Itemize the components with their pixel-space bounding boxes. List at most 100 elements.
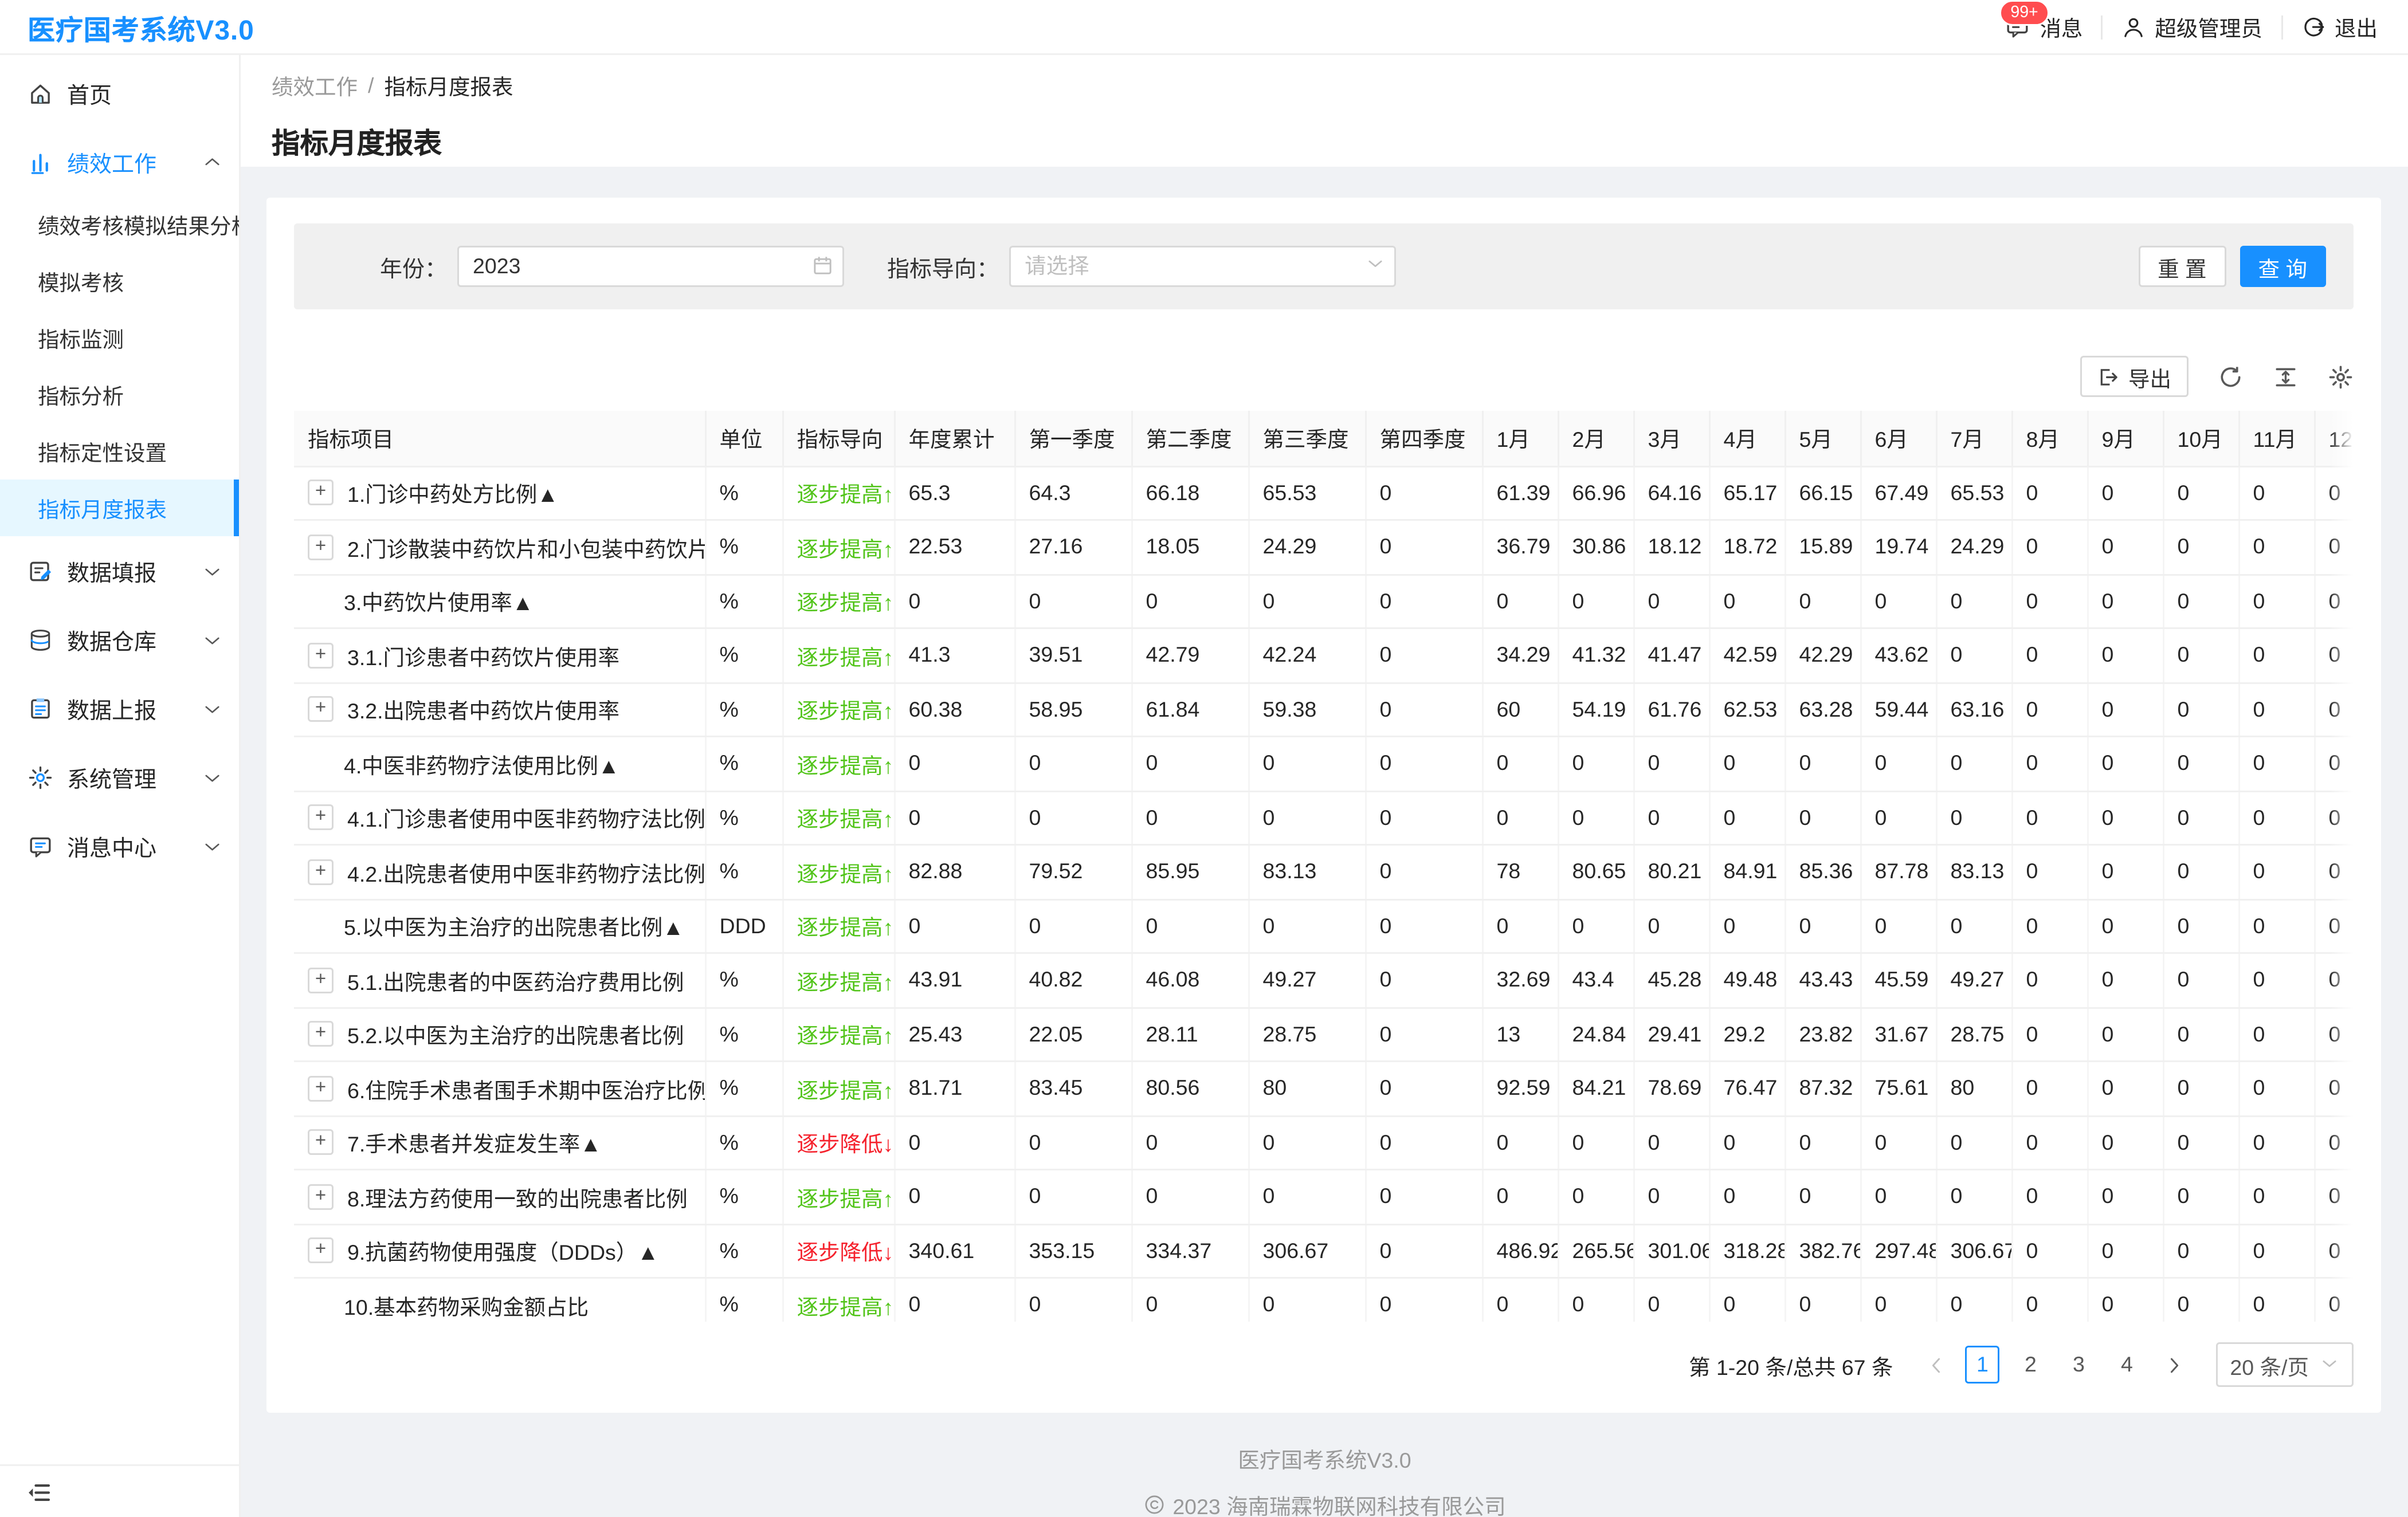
- month-value-cell: 0: [1860, 1170, 1936, 1224]
- sidebar-item-label: 绩效工作: [67, 146, 199, 178]
- direction-label: 指标导向：: [887, 250, 999, 283]
- page-size-select[interactable]: 20 条/页: [2216, 1342, 2354, 1387]
- unit-cell: %: [705, 466, 782, 520]
- month-value-cell: 0: [1558, 791, 1633, 845]
- month-value-cell: 0: [1936, 791, 2011, 845]
- indicator-name-cell: +7.手术患者并发症发生率▲: [294, 1115, 705, 1170]
- month-value-cell: 0: [2163, 845, 2238, 899]
- value-cell: 0: [1014, 1278, 1131, 1322]
- value-cell: 0: [1014, 574, 1131, 628]
- sidebar-item-clipboard[interactable]: 数据上报: [0, 674, 239, 742]
- sidebar-item-gear[interactable]: 系统管理: [0, 742, 239, 811]
- value-cell: 0: [1131, 899, 1248, 953]
- month-value-cell: 0: [2011, 845, 2087, 899]
- sidebar-subitem-label: 指标定性设置: [38, 435, 167, 467]
- table-row: +6.住院手术患者围手术期中医治疗比例%逐步提高↑81.7183.4580.56…: [294, 1062, 2354, 1116]
- value-cell: 0: [1248, 1115, 1365, 1170]
- breadcrumb-current: 指标月度报表: [385, 69, 513, 101]
- expand-row-button[interactable]: +: [308, 1075, 334, 1101]
- month-value-cell: 0: [2314, 899, 2354, 953]
- search-button[interactable]: 查 询: [2240, 246, 2326, 287]
- value-cell: 28.11: [1131, 1007, 1248, 1062]
- expand-row-button[interactable]: +: [308, 642, 334, 668]
- reset-button[interactable]: 重 置: [2139, 246, 2225, 287]
- month-value-cell: 0: [1860, 899, 1936, 953]
- expand-row-button[interactable]: +: [308, 1021, 334, 1047]
- month-value-cell: 0: [2011, 953, 2087, 1008]
- year-input[interactable]: [457, 246, 844, 287]
- unit-cell: %: [705, 1278, 782, 1322]
- month-value-cell: 41.47: [1633, 628, 1709, 683]
- expand-row-button[interactable]: +: [308, 859, 334, 885]
- value-cell: 0: [1248, 1170, 1365, 1224]
- next-page-button[interactable]: [2158, 1346, 2189, 1384]
- sidebar-subitem[interactable]: 绩效考核模拟结果分析: [0, 196, 239, 253]
- month-value-cell: 49.48: [1709, 953, 1785, 1008]
- page-button-1[interactable]: 1: [1965, 1346, 1999, 1384]
- prev-page-button[interactable]: [1920, 1346, 1951, 1384]
- month-value-cell: 0: [1633, 791, 1709, 845]
- expand-row-button[interactable]: +: [308, 534, 334, 560]
- sidebar-subitem[interactable]: 指标分析: [0, 366, 239, 423]
- expand-row-button[interactable]: +: [308, 1130, 334, 1156]
- month-value-cell: 92.59: [1482, 1062, 1558, 1116]
- logout-button[interactable]: 退出: [2302, 10, 2378, 43]
- sidebar-item-db[interactable]: 数据仓库: [0, 605, 239, 674]
- expand-row-button[interactable]: +: [308, 1238, 334, 1264]
- unit-cell: DDD: [705, 899, 782, 953]
- expand-row-button[interactable]: +: [308, 480, 334, 506]
- value-cell: 0: [1365, 1224, 1482, 1278]
- sidebar-item-chart[interactable]: 绩效工作: [0, 127, 239, 196]
- column-settings-icon[interactable]: [2328, 364, 2354, 390]
- direction-cell: 逐步提高↑: [782, 953, 894, 1008]
- sidebar-item-message[interactable]: 消息中心: [0, 811, 239, 880]
- refresh-icon[interactable]: [2218, 364, 2244, 390]
- table-row: +5.2.以中医为主治疗的出院患者比例%逐步提高↑25.4322.0528.11…: [294, 1007, 2354, 1062]
- page-button-4[interactable]: 4: [2109, 1346, 2144, 1384]
- page-button-3[interactable]: 3: [2061, 1346, 2096, 1384]
- month-value-cell: 45.59: [1860, 953, 1936, 1008]
- table-row: +3.2.出院患者中药饮片使用率%逐步提高↑60.3858.9561.8459.…: [294, 682, 2354, 737]
- month-value-cell: 486.92: [1482, 1224, 1558, 1278]
- sidebar-item-form[interactable]: 数据填报: [0, 536, 239, 605]
- expand-row-button[interactable]: +: [308, 1184, 334, 1209]
- month-value-cell: 0: [2238, 1007, 2314, 1062]
- month-value-cell: 0: [1482, 899, 1558, 953]
- expand-row-button[interactable]: +: [308, 697, 334, 722]
- month-value-cell: 0: [2087, 737, 2163, 791]
- month-value-cell: 0: [2163, 1170, 2238, 1224]
- logout-label: 退出: [2335, 10, 2378, 43]
- row-height-icon[interactable]: [2273, 364, 2299, 390]
- messages-button[interactable]: 99+ 消息: [2005, 10, 2083, 43]
- sidebar-collapse-trigger[interactable]: [0, 1464, 239, 1517]
- page-button-2[interactable]: 2: [2013, 1346, 2048, 1384]
- chevron-up-icon: [203, 152, 222, 171]
- sidebar-subitem[interactable]: 指标定性设置: [0, 423, 239, 480]
- month-value-cell: 0: [2011, 628, 2087, 683]
- expand-row-button[interactable]: +: [308, 805, 334, 831]
- sidebar-item-home[interactable]: 首页: [0, 58, 239, 127]
- month-value-cell: 0: [1633, 1170, 1709, 1224]
- export-button[interactable]: 导出: [2080, 356, 2189, 397]
- value-cell: 64.3: [1014, 466, 1131, 520]
- sidebar-subitem[interactable]: 模拟考核: [0, 253, 239, 309]
- clipboard-icon: [28, 695, 53, 721]
- copyright-icon: [1143, 1494, 1166, 1516]
- user-menu[interactable]: 超级管理员: [2122, 10, 2262, 43]
- month-value-cell: 32.69: [1482, 953, 1558, 1008]
- month-value-cell: 41.32: [1558, 628, 1633, 683]
- month-value-cell: 0: [2011, 1007, 2087, 1062]
- sidebar-subitem[interactable]: 指标月度报表: [0, 480, 239, 536]
- page-footer: 医疗国考系统V3.0 2023 海南瑞霖物联网科技有限公司: [241, 1442, 2408, 1517]
- sidebar-subitem[interactable]: 指标监测: [0, 309, 239, 366]
- value-cell: 0: [1365, 1115, 1482, 1170]
- expand-row-button[interactable]: +: [308, 967, 334, 993]
- month-value-cell: 0: [1709, 1115, 1785, 1170]
- month-value-cell: 301.06: [1633, 1224, 1709, 1278]
- month-value-cell: 0: [2314, 791, 2354, 845]
- direction-select-input[interactable]: [1009, 246, 1396, 287]
- month-value-cell: 30.86: [1558, 520, 1633, 575]
- breadcrumb-parent[interactable]: 绩效工作: [272, 69, 358, 101]
- message-icon: 99+: [2005, 14, 2031, 40]
- column-header: 单位: [705, 411, 782, 466]
